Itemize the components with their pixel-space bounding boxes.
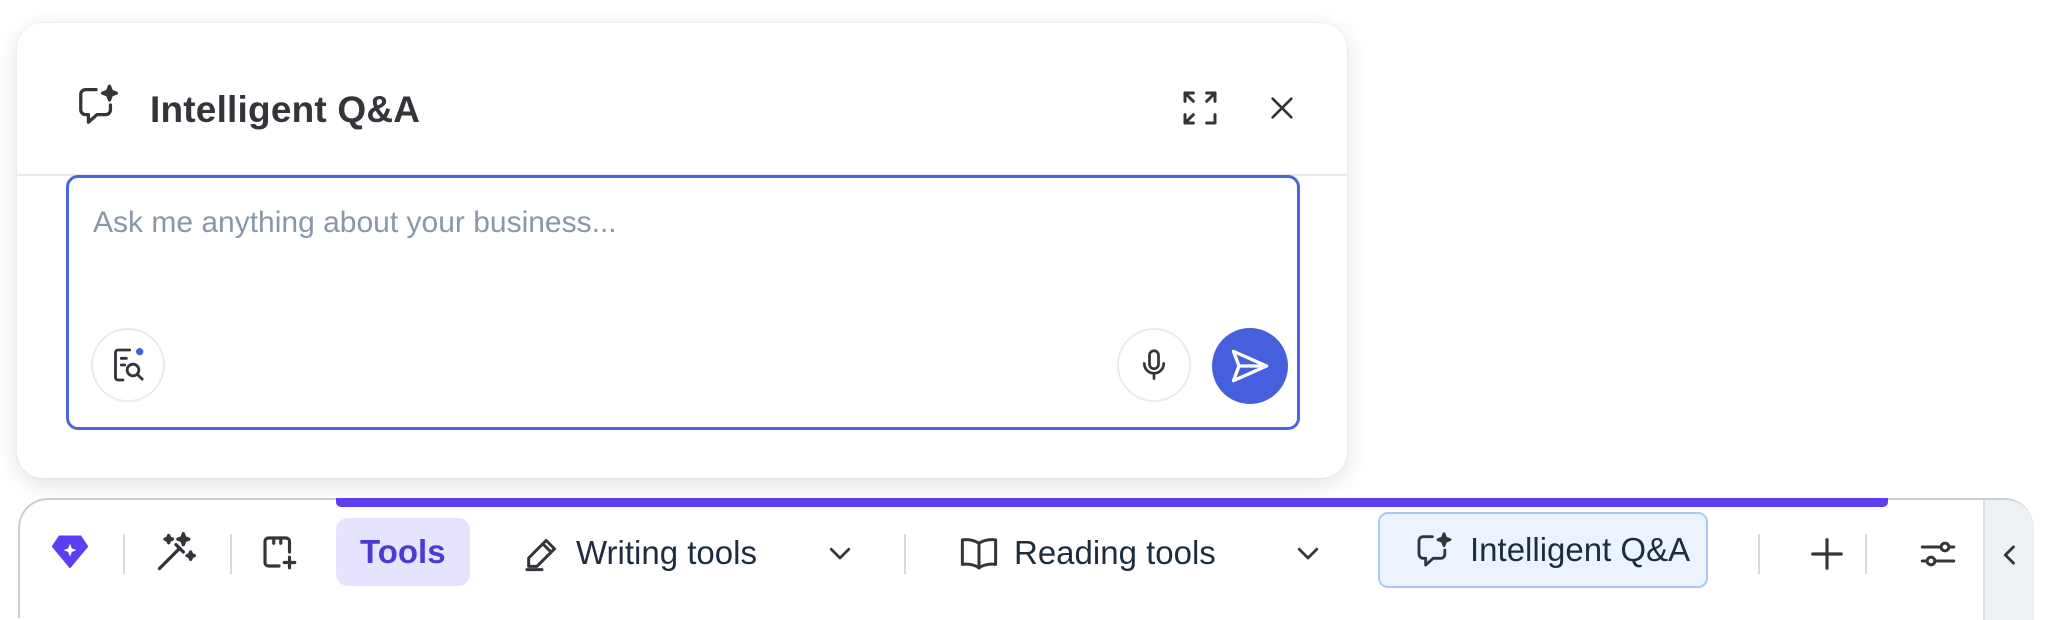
logo-button[interactable] bbox=[48, 524, 94, 580]
bottom-toolbar: Tools Writing tools Reading tools Intell… bbox=[18, 498, 2034, 620]
tools-tab-label: Tools bbox=[360, 533, 446, 570]
intelligent-qa-panel: Intelligent Q&A bbox=[17, 23, 1347, 478]
magic-wand-icon bbox=[154, 530, 198, 574]
question-input-box bbox=[66, 175, 1300, 430]
toolbar-separator bbox=[1865, 534, 1867, 574]
reading-tools-dropdown[interactable] bbox=[1285, 530, 1331, 576]
close-button[interactable] bbox=[1249, 75, 1315, 141]
chat-sparkle-icon bbox=[1414, 530, 1454, 570]
microphone-icon bbox=[1136, 347, 1172, 383]
add-tool-button[interactable] bbox=[1799, 526, 1855, 582]
qa-panel-header: Intelligent Q&A bbox=[17, 23, 1347, 174]
plus-icon bbox=[1808, 535, 1846, 573]
microphone-button[interactable] bbox=[1117, 328, 1191, 402]
qa-panel-title: Intelligent Q&A bbox=[150, 89, 421, 130]
magic-wand-button[interactable] bbox=[154, 524, 204, 580]
intelligent-qa-label: Intelligent Q&A bbox=[1470, 531, 1691, 568]
writing-tools-button[interactable]: Writing tools bbox=[522, 520, 757, 586]
chat-sparkle-icon bbox=[75, 82, 137, 144]
writing-tools-label: Writing tools bbox=[576, 534, 757, 571]
toolbar-settings-button[interactable] bbox=[1910, 526, 1966, 582]
writing-tools-dropdown[interactable] bbox=[817, 530, 863, 576]
reading-tools-label: Reading tools bbox=[1014, 534, 1216, 571]
question-input[interactable] bbox=[93, 198, 1273, 248]
expand-icon bbox=[1180, 88, 1220, 128]
intelligent-qa-button[interactable]: Intelligent Q&A bbox=[1378, 512, 1708, 588]
collapse-toolbar-button[interactable] bbox=[1983, 500, 2034, 620]
expand-button[interactable] bbox=[1167, 75, 1233, 141]
chevron-left-icon bbox=[1996, 545, 2024, 569]
reading-tools-button[interactable]: Reading tools bbox=[958, 520, 1216, 586]
filter-sliders-icon bbox=[1917, 533, 1959, 575]
document-search-button[interactable] bbox=[91, 328, 165, 402]
send-icon bbox=[1228, 344, 1272, 388]
close-icon bbox=[1266, 92, 1298, 124]
document-search-icon bbox=[108, 345, 148, 385]
open-book-icon bbox=[958, 532, 1000, 574]
pencil-icon bbox=[522, 533, 562, 573]
progress-bar bbox=[336, 498, 1888, 507]
add-note-icon bbox=[258, 531, 300, 573]
chevron-down-icon bbox=[825, 538, 855, 568]
toolbar-separator bbox=[1758, 534, 1760, 574]
add-note-button[interactable] bbox=[258, 524, 308, 580]
tools-tab[interactable]: Tools bbox=[336, 518, 470, 586]
send-button[interactable] bbox=[1212, 328, 1288, 404]
toolbar-separator bbox=[230, 534, 232, 574]
diamond-logo-icon bbox=[48, 530, 92, 574]
toolbar-separator bbox=[904, 534, 906, 574]
toolbar-separator bbox=[123, 534, 125, 574]
chevron-down-icon bbox=[1293, 538, 1323, 568]
